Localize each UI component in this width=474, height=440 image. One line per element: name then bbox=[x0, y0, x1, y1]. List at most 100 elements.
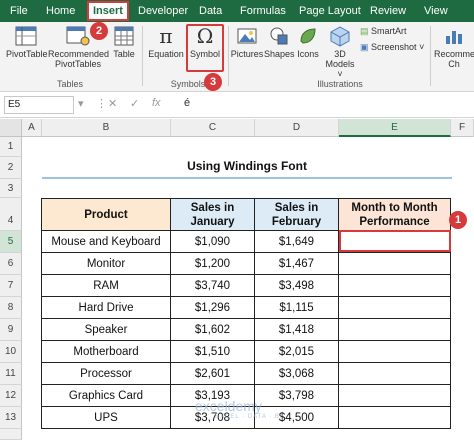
row-header-4[interactable]: 4 bbox=[0, 198, 22, 231]
row-header-10[interactable]: 10 bbox=[0, 341, 22, 363]
sales-february-cell[interactable]: $1,649 bbox=[255, 231, 339, 253]
table-button[interactable]: Table bbox=[110, 25, 138, 59]
callout-2: 2 bbox=[90, 22, 108, 40]
pivottable-button[interactable]: PivotTable bbox=[6, 25, 48, 59]
header-product[interactable]: Product bbox=[41, 198, 171, 231]
recommended-pivottables-label-1: Recommended bbox=[48, 49, 110, 59]
name-box-dropdown-icon[interactable]: ▾ bbox=[78, 97, 84, 110]
product-cell[interactable]: Hard Drive bbox=[41, 297, 171, 319]
recommended-charts-button[interactable]: Recommen Ch bbox=[434, 25, 474, 69]
product-cell[interactable]: RAM bbox=[41, 275, 171, 297]
performance-cell[interactable] bbox=[339, 319, 451, 341]
row-header-3[interactable]: 3 bbox=[0, 179, 22, 198]
row-header-14[interactable] bbox=[0, 429, 22, 440]
sales-february-cell[interactable]: $1,418 bbox=[255, 319, 339, 341]
row-header-8[interactable]: 8 bbox=[0, 297, 22, 319]
performance-cell[interactable] bbox=[339, 253, 451, 275]
icons-button[interactable]: Icons bbox=[295, 25, 321, 59]
sheet-title[interactable]: Using Windings Font bbox=[42, 159, 452, 173]
pivottable-icon bbox=[15, 26, 37, 46]
sales-february-cell[interactable]: $3,498 bbox=[255, 275, 339, 297]
active-cell-e5[interactable] bbox=[339, 230, 451, 252]
smartart-button[interactable]: ▤ SmartArt bbox=[360, 26, 407, 37]
sales-january-cell[interactable]: $3,740 bbox=[171, 275, 255, 297]
product-cell[interactable]: Monitor bbox=[41, 253, 171, 275]
sales-january-cell[interactable]: $1,200 bbox=[171, 253, 255, 275]
ribbon-divider bbox=[228, 26, 229, 86]
recommended-charts-icon bbox=[446, 31, 462, 44]
row-header-1[interactable]: 1 bbox=[0, 137, 22, 157]
product-cell[interactable]: Speaker bbox=[41, 319, 171, 341]
title-underline bbox=[42, 177, 452, 179]
sales-february-cell[interactable]: $1,467 bbox=[255, 253, 339, 275]
tab-insert[interactable]: Insert bbox=[87, 1, 129, 21]
performance-cell[interactable] bbox=[339, 407, 451, 429]
ribbon-insert: PivotTable Recommended PivotTables Table… bbox=[0, 22, 474, 92]
shapes-button[interactable]: Shapes bbox=[264, 25, 295, 59]
product-cell[interactable]: Processor bbox=[41, 363, 171, 385]
sales-january-cell[interactable]: $1,602 bbox=[171, 319, 255, 341]
name-box[interactable]: E5 bbox=[4, 96, 74, 114]
row-header-12[interactable]: 12 bbox=[0, 385, 22, 407]
row-header-11[interactable]: 11 bbox=[0, 363, 22, 385]
tab-page-layout[interactable]: Page Layout bbox=[295, 3, 365, 19]
sales-january-cell[interactable]: $1,090 bbox=[171, 231, 255, 253]
select-all-corner[interactable] bbox=[0, 119, 22, 137]
3d-models-button[interactable]: 3D Models ˅ bbox=[322, 25, 358, 79]
screenshot-label: Screenshot bbox=[371, 42, 417, 52]
column-header-f[interactable]: F bbox=[451, 119, 474, 137]
performance-cell[interactable] bbox=[339, 341, 451, 363]
pivottable-label: PivotTable bbox=[6, 49, 48, 59]
performance-cell[interactable] bbox=[339, 275, 451, 297]
icons-icon bbox=[300, 28, 316, 44]
column-header-b[interactable]: B bbox=[42, 119, 171, 137]
equation-button[interactable]: π Equation bbox=[148, 25, 184, 59]
column-header-d[interactable]: D bbox=[255, 119, 339, 137]
tab-review[interactable]: Review bbox=[366, 3, 410, 19]
tab-home[interactable]: Home bbox=[42, 3, 79, 19]
product-cell[interactable]: Motherboard bbox=[41, 341, 171, 363]
shapes-label: Shapes bbox=[264, 49, 295, 59]
formula-input[interactable]: é bbox=[184, 97, 190, 109]
sales-february-cell[interactable]: $3,068 bbox=[255, 363, 339, 385]
screenshot-button[interactable]: ▣ Screenshot ˅ bbox=[360, 42, 424, 53]
pictures-icon bbox=[237, 28, 257, 44]
cancel-icon[interactable]: ✕ bbox=[108, 97, 117, 110]
sales-january-cell[interactable]: $1,510 bbox=[171, 341, 255, 363]
cube-icon bbox=[330, 26, 350, 47]
performance-cell[interactable] bbox=[339, 385, 451, 407]
tab-formulas[interactable]: Formulas bbox=[236, 3, 290, 19]
sales-january-cell[interactable]: $1,296 bbox=[171, 297, 255, 319]
row-header-7[interactable]: 7 bbox=[0, 275, 22, 297]
performance-cell[interactable] bbox=[339, 363, 451, 385]
row-header-6[interactable]: 6 bbox=[0, 253, 22, 275]
row-header-9[interactable]: 9 bbox=[0, 319, 22, 341]
row-header-2[interactable]: 2 bbox=[0, 157, 22, 179]
pictures-button[interactable]: Pictures bbox=[230, 25, 264, 59]
header-month-to-month-performance[interactable]: Month to Month Performance bbox=[339, 198, 451, 231]
recommended-charts-label-1: Recommen bbox=[434, 49, 474, 59]
header-sales-february[interactable]: Sales in February bbox=[255, 198, 339, 231]
sales-february-cell[interactable]: $2,015 bbox=[255, 341, 339, 363]
column-header-c[interactable]: C bbox=[171, 119, 255, 137]
product-cell[interactable]: Graphics Card bbox=[41, 385, 171, 407]
product-cell[interactable]: Mouse and Keyboard bbox=[41, 231, 171, 253]
tab-file[interactable]: File bbox=[6, 3, 32, 19]
tab-data[interactable]: Data bbox=[195, 3, 226, 19]
ribbon-divider bbox=[142, 26, 143, 86]
enter-icon[interactable]: ✓ bbox=[130, 97, 139, 110]
column-header-e[interactable]: E bbox=[339, 119, 451, 137]
performance-cell[interactable] bbox=[339, 297, 451, 319]
tab-view[interactable]: View bbox=[420, 3, 452, 19]
sales-february-cell[interactable]: $1,115 bbox=[255, 297, 339, 319]
tab-developer[interactable]: Developer bbox=[134, 3, 192, 19]
header-sales-january[interactable]: Sales in January bbox=[171, 198, 255, 231]
sales-january-cell[interactable]: $2,601 bbox=[171, 363, 255, 385]
insert-function-icon[interactable]: fx bbox=[152, 97, 161, 109]
row-header-5[interactable]: 5 bbox=[0, 231, 22, 253]
product-cell[interactable]: UPS bbox=[41, 407, 171, 429]
smartart-icon: ▤ bbox=[360, 26, 369, 36]
column-header-a[interactable]: A bbox=[22, 119, 42, 137]
row-header-13[interactable]: 13 bbox=[0, 407, 22, 429]
chevron-down-icon: ˅ bbox=[416, 42, 425, 52]
